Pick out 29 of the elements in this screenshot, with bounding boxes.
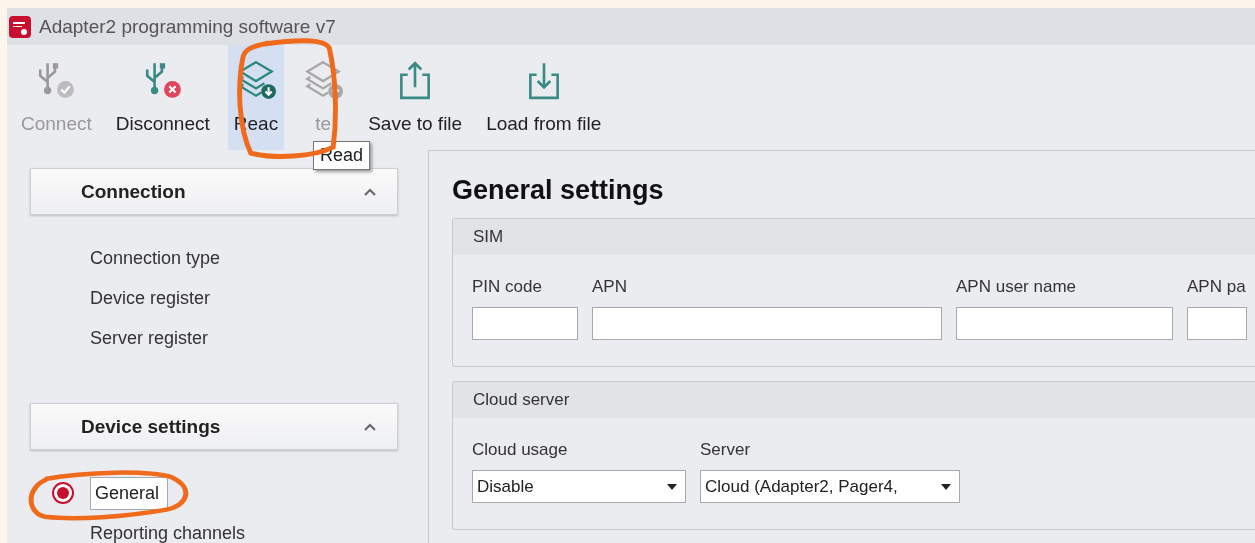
input-field[interactable] (1187, 307, 1247, 340)
group-title: Cloud server (453, 382, 1255, 418)
section-header[interactable]: Device settings (30, 403, 398, 450)
input-field[interactable] (956, 307, 1173, 340)
layers-upload-icon (302, 59, 345, 101)
group-title: SIM (453, 219, 1255, 255)
field-label: PIN code (472, 277, 543, 297)
toolbar-button[interactable]: Load from file (480, 45, 608, 150)
sidebar-item[interactable]: Connection type (90, 247, 221, 269)
field-label: Server (700, 440, 752, 460)
toolbar-button[interactable]: Disconnect (109, 45, 216, 150)
field-label: APN pa (1187, 277, 1247, 297)
field-label: APN (592, 277, 628, 297)
field-label: Cloud usage (472, 440, 569, 460)
app-logo-icon (9, 15, 31, 38)
field-label: APN user name (956, 277, 1077, 297)
caret-icon (941, 483, 951, 490)
dropdown[interactable]: Disable (472, 470, 686, 503)
section-header[interactable]: Connection (30, 168, 398, 215)
caret-icon (667, 483, 677, 490)
input-field[interactable] (472, 307, 578, 340)
sidebar-item[interactable]: Device register (90, 287, 211, 309)
page-title: General settings (452, 175, 665, 206)
window-title: Adapter2 programming software v7 (39, 15, 336, 38)
dropdown[interactable]: Cloud (Adapter2, Pager4, (700, 470, 960, 503)
sidebar-item[interactable]: Reporting channels (90, 522, 246, 543)
input-field[interactable] (592, 307, 942, 340)
sidebar-item[interactable]: Server register (90, 327, 209, 349)
sidebar-item[interactable]: General (90, 476, 169, 510)
